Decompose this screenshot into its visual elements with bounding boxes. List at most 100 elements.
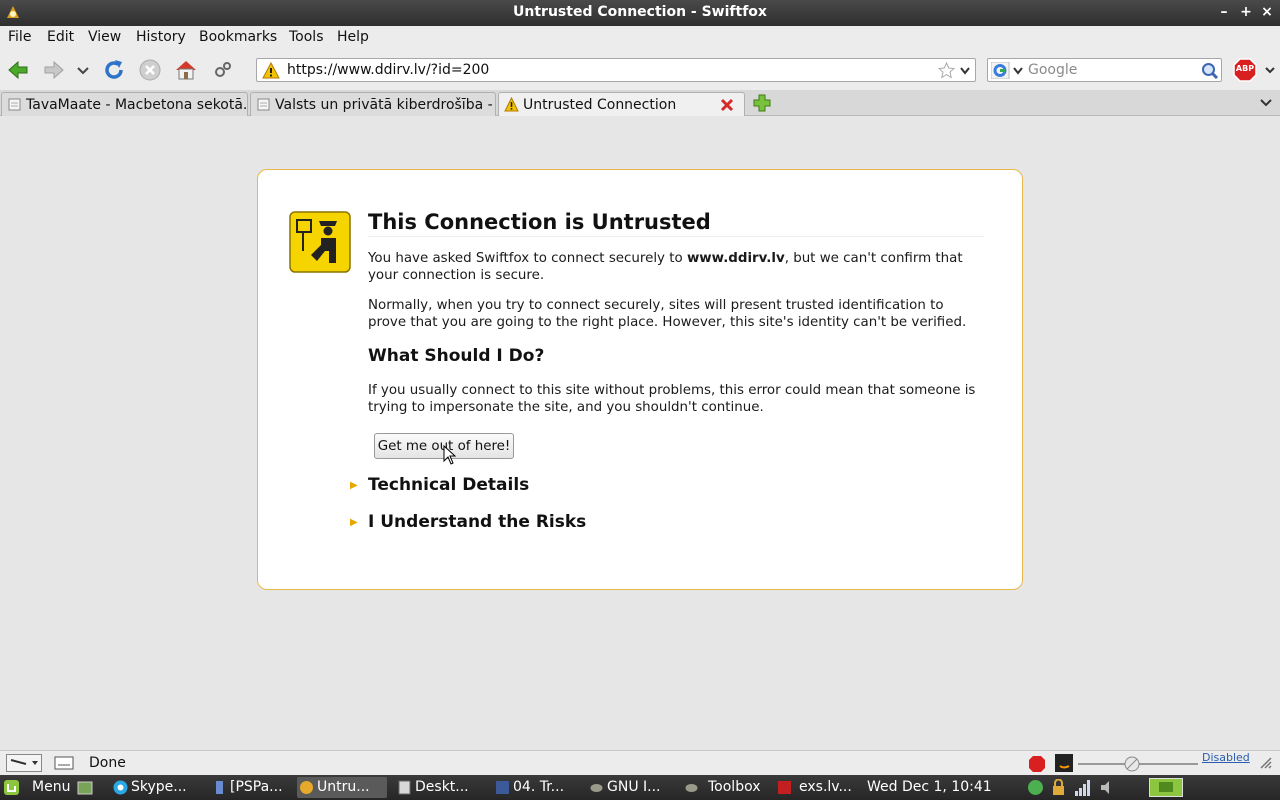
start-menu-button[interactable]: Menu bbox=[2, 777, 74, 798]
taskbar-item-label: Skype... bbox=[131, 779, 187, 795]
page-content: This Connection is Untrusted You have as… bbox=[0, 116, 1280, 750]
warning-triangle-icon bbox=[262, 62, 280, 79]
taskbar-item-label: GNU I... bbox=[607, 779, 661, 795]
system-taskbar: Menu Skype... [PSPa... Untru... Deskt...… bbox=[0, 775, 1280, 800]
adblock-plus-button[interactable]: ABP bbox=[1233, 58, 1257, 82]
menu-help[interactable]: Help bbox=[337, 29, 369, 45]
error-container: This Connection is Untrusted You have as… bbox=[257, 169, 1023, 590]
taskbar-item-desktop[interactable]: Deskt... bbox=[395, 777, 483, 798]
status-text: Done bbox=[89, 755, 126, 771]
start-menu-label: Menu bbox=[32, 779, 71, 795]
taskbar-item-label: Toolbox bbox=[708, 779, 761, 795]
tab-untrusted-connection[interactable]: Untrusted Connection bbox=[498, 92, 745, 117]
tray-update-icon[interactable] bbox=[1027, 779, 1044, 796]
search-bar[interactable]: Google bbox=[987, 58, 1222, 82]
skype-icon bbox=[113, 780, 128, 795]
security-officer-icon bbox=[289, 211, 351, 273]
window-title: Untrusted Connection - Swiftfox bbox=[513, 4, 767, 20]
title-divider bbox=[368, 236, 984, 237]
error-title: This Connection is Untrusted bbox=[368, 210, 711, 234]
page-favicon-icon bbox=[257, 98, 270, 111]
technical-details-expander[interactable]: ▶ Technical Details bbox=[350, 475, 529, 495]
url-dropdown-icon[interactable] bbox=[959, 65, 971, 76]
tab-tavamaate[interactable]: TavaMaate - Macbetona sekotā... bbox=[1, 92, 248, 116]
taskbar-item-filezilla[interactable]: exs.lv... bbox=[775, 777, 859, 798]
menu-tools[interactable]: Tools bbox=[289, 29, 324, 45]
taskbar-item-toolbox[interactable]: Toolbox bbox=[682, 777, 766, 798]
hostname: www.ddirv.lv bbox=[686, 251, 785, 266]
bookmark-star-icon[interactable] bbox=[938, 62, 955, 79]
taskbar-item-label: [PSPa... bbox=[230, 779, 283, 795]
menu-history[interactable]: History bbox=[136, 29, 186, 45]
tab-bar: TavaMaate - Macbetona sekotā... Valsts u… bbox=[0, 90, 1280, 117]
page-info-icon[interactable] bbox=[54, 755, 74, 771]
warning-triangle-icon bbox=[504, 97, 519, 112]
mouse-cursor-icon bbox=[443, 445, 457, 465]
menu-bookmarks[interactable]: Bookmarks bbox=[199, 29, 277, 45]
menu-view[interactable]: View bbox=[88, 29, 121, 45]
close-window-button[interactable]: × bbox=[1258, 3, 1276, 21]
expander-arrow-icon: ▶ bbox=[350, 479, 358, 491]
adblock-label: ABP bbox=[1235, 64, 1255, 73]
swiftfox-icon bbox=[300, 781, 313, 794]
tab-label: TavaMaate - Macbetona sekotā... bbox=[26, 97, 248, 113]
amazon-icon[interactable] bbox=[1055, 754, 1073, 772]
filezilla-icon bbox=[778, 781, 791, 794]
menu-edit[interactable]: Edit bbox=[47, 29, 74, 45]
zoom-slider[interactable] bbox=[1078, 756, 1198, 772]
taskbar-item-swiftfox[interactable]: Untru... bbox=[297, 777, 387, 798]
understand-risks-label: I Understand the Risks bbox=[368, 512, 587, 532]
adblock-dropdown-icon[interactable] bbox=[1264, 64, 1276, 76]
music-player-icon bbox=[496, 781, 509, 794]
window-titlebar: Untrusted Connection - Swiftfox – + × bbox=[0, 0, 1280, 26]
url-text[interactable]: https://www.ddirv.lv/?id=200 bbox=[287, 62, 489, 78]
error-advice-text: If you usually connect to this site with… bbox=[368, 383, 976, 415]
tab-label: Untrusted Connection bbox=[523, 97, 677, 113]
extension-icon[interactable] bbox=[212, 58, 236, 82]
intro-text-part: You have asked Swiftfox to connect secur… bbox=[368, 251, 687, 266]
taskbar-item-label: Deskt... bbox=[415, 779, 469, 795]
menu-file[interactable]: File bbox=[8, 29, 31, 45]
disabled-link[interactable]: Disabled bbox=[1202, 751, 1250, 764]
close-tab-icon[interactable] bbox=[719, 97, 735, 113]
taskbar-item-gimp[interactable]: GNU I... bbox=[587, 777, 675, 798]
home-icon[interactable] bbox=[174, 58, 198, 82]
taskbar-item-skype[interactable]: Skype... bbox=[111, 777, 199, 798]
taskbar-item-pspad[interactable]: [PSPa... bbox=[210, 777, 294, 798]
back-arrow-icon[interactable] bbox=[6, 58, 30, 82]
history-dropdown-icon[interactable] bbox=[74, 58, 92, 82]
taskbar-clock[interactable]: Wed Dec 1, 10:41 bbox=[867, 779, 992, 795]
tray-volume-icon[interactable] bbox=[1099, 779, 1117, 796]
resize-grip-icon[interactable] bbox=[1257, 754, 1275, 772]
tab-kiberdrosiba[interactable]: Valsts un privātā kiberdrošība - ... bbox=[250, 92, 496, 116]
tab-list-dropdown-icon[interactable] bbox=[1259, 97, 1273, 109]
new-tab-plus-icon[interactable] bbox=[753, 94, 771, 112]
tray-lock-icon[interactable] bbox=[1050, 779, 1067, 796]
page-favicon-icon bbox=[8, 98, 21, 111]
tray-network-signal-icon[interactable] bbox=[1074, 779, 1092, 796]
minimize-button[interactable]: – bbox=[1215, 3, 1233, 21]
gimp-toolbox-icon bbox=[685, 784, 698, 792]
forward-arrow-icon[interactable] bbox=[42, 58, 66, 82]
search-icon[interactable] bbox=[1201, 62, 1219, 79]
maximize-button[interactable]: + bbox=[1237, 3, 1255, 21]
menu-bar: File Edit View History Bookmarks Tools H… bbox=[0, 26, 1280, 50]
what-should-i-do-heading: What Should I Do? bbox=[368, 346, 545, 366]
reload-icon[interactable] bbox=[102, 58, 126, 82]
gimp-icon bbox=[590, 784, 603, 792]
mint-logo-icon bbox=[4, 780, 19, 795]
sidebar-toggle-icon[interactable] bbox=[6, 754, 42, 772]
url-bar[interactable]: https://www.ddirv.lv/?id=200 bbox=[256, 58, 976, 82]
tray-workspace-icon[interactable] bbox=[1149, 778, 1183, 797]
search-engine-google-icon[interactable] bbox=[991, 62, 1025, 79]
adblock-status-icon[interactable] bbox=[1028, 755, 1046, 773]
understand-risks-expander[interactable]: ▶ I Understand the Risks bbox=[350, 512, 586, 532]
taskbar-item-music[interactable]: 04. Tr... bbox=[493, 777, 575, 798]
taskbar-item-label: exs.lv... bbox=[799, 779, 852, 795]
status-bar: Done Disabled bbox=[0, 750, 1280, 775]
pspad-icon bbox=[216, 781, 223, 794]
error-intro-text: You have asked Swiftfox to connect secur… bbox=[368, 250, 978, 284]
technical-details-label: Technical Details bbox=[368, 475, 530, 495]
stop-icon[interactable] bbox=[138, 58, 162, 82]
show-desktop-icon[interactable] bbox=[77, 780, 93, 796]
